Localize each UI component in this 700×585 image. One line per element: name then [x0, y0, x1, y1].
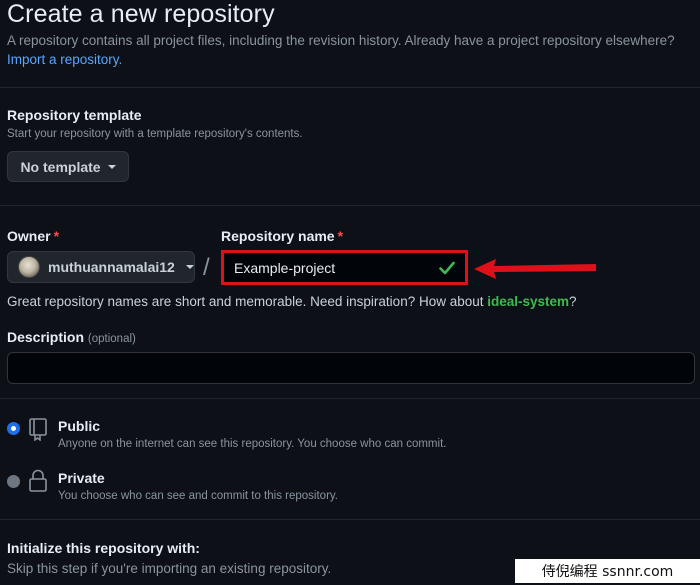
required-mark: *	[53, 228, 60, 244]
description-label: Description (optional)	[7, 329, 136, 345]
import-repository-link[interactable]: Import a repository.	[7, 52, 122, 67]
divider	[0, 87, 700, 88]
divider	[0, 205, 700, 206]
divider	[0, 519, 700, 520]
lock-icon	[29, 469, 47, 492]
caret-down-icon	[185, 265, 194, 269]
owner-repo-separator: /	[203, 254, 210, 281]
avatar	[18, 256, 40, 278]
repo-name-label-text: Repository name	[221, 228, 335, 244]
template-label: Repository template	[7, 107, 142, 123]
owner-name: muthuannamalai12	[48, 259, 175, 275]
optional-tag: (optional)	[87, 333, 136, 345]
template-dropdown-label: No template	[20, 158, 101, 175]
divider	[0, 398, 700, 399]
name-hint: Great repository names are short and mem…	[7, 294, 577, 309]
private-title: Private	[58, 470, 105, 486]
template-sub: Start your repository with a template re…	[7, 128, 303, 140]
check-icon	[439, 261, 455, 274]
red-arrow-annotation	[474, 259, 596, 279]
private-description: You choose who can see and commit to thi…	[58, 490, 338, 502]
public-title: Public	[58, 418, 101, 434]
caret-down-icon	[107, 164, 116, 169]
template-dropdown-button[interactable]: No template	[7, 151, 129, 182]
description-input[interactable]	[7, 352, 695, 384]
repo-name-label: Repository name *	[221, 228, 343, 244]
owner-dropdown-button[interactable]: muthuannamalai12	[7, 251, 195, 283]
private-radio[interactable]	[7, 475, 20, 488]
initialize-title: Initialize this repository with:	[7, 540, 200, 556]
initialize-sub: Skip this step if you're importing an ex…	[7, 561, 332, 576]
repo-icon	[29, 418, 47, 441]
repository-name-input[interactable]	[234, 259, 424, 276]
public-radio[interactable]	[7, 422, 20, 435]
required-mark: *	[337, 228, 344, 244]
page-title: Create a new repository	[7, 0, 275, 28]
description-label-text: Description	[7, 329, 85, 345]
name-hint-suffix: ?	[569, 294, 577, 309]
page-subtitle: A repository contains all project files,…	[7, 33, 675, 48]
name-hint-text: Great repository names are short and mem…	[7, 294, 488, 309]
watermark: 侍倪编程 ssnnr.com	[515, 559, 700, 583]
public-description: Anyone on the internet can see this repo…	[58, 438, 447, 450]
suggested-name[interactable]: ideal-system	[487, 294, 569, 309]
owner-label: Owner *	[7, 228, 59, 244]
owner-label-text: Owner	[7, 228, 51, 244]
repository-name-field[interactable]	[221, 250, 468, 285]
